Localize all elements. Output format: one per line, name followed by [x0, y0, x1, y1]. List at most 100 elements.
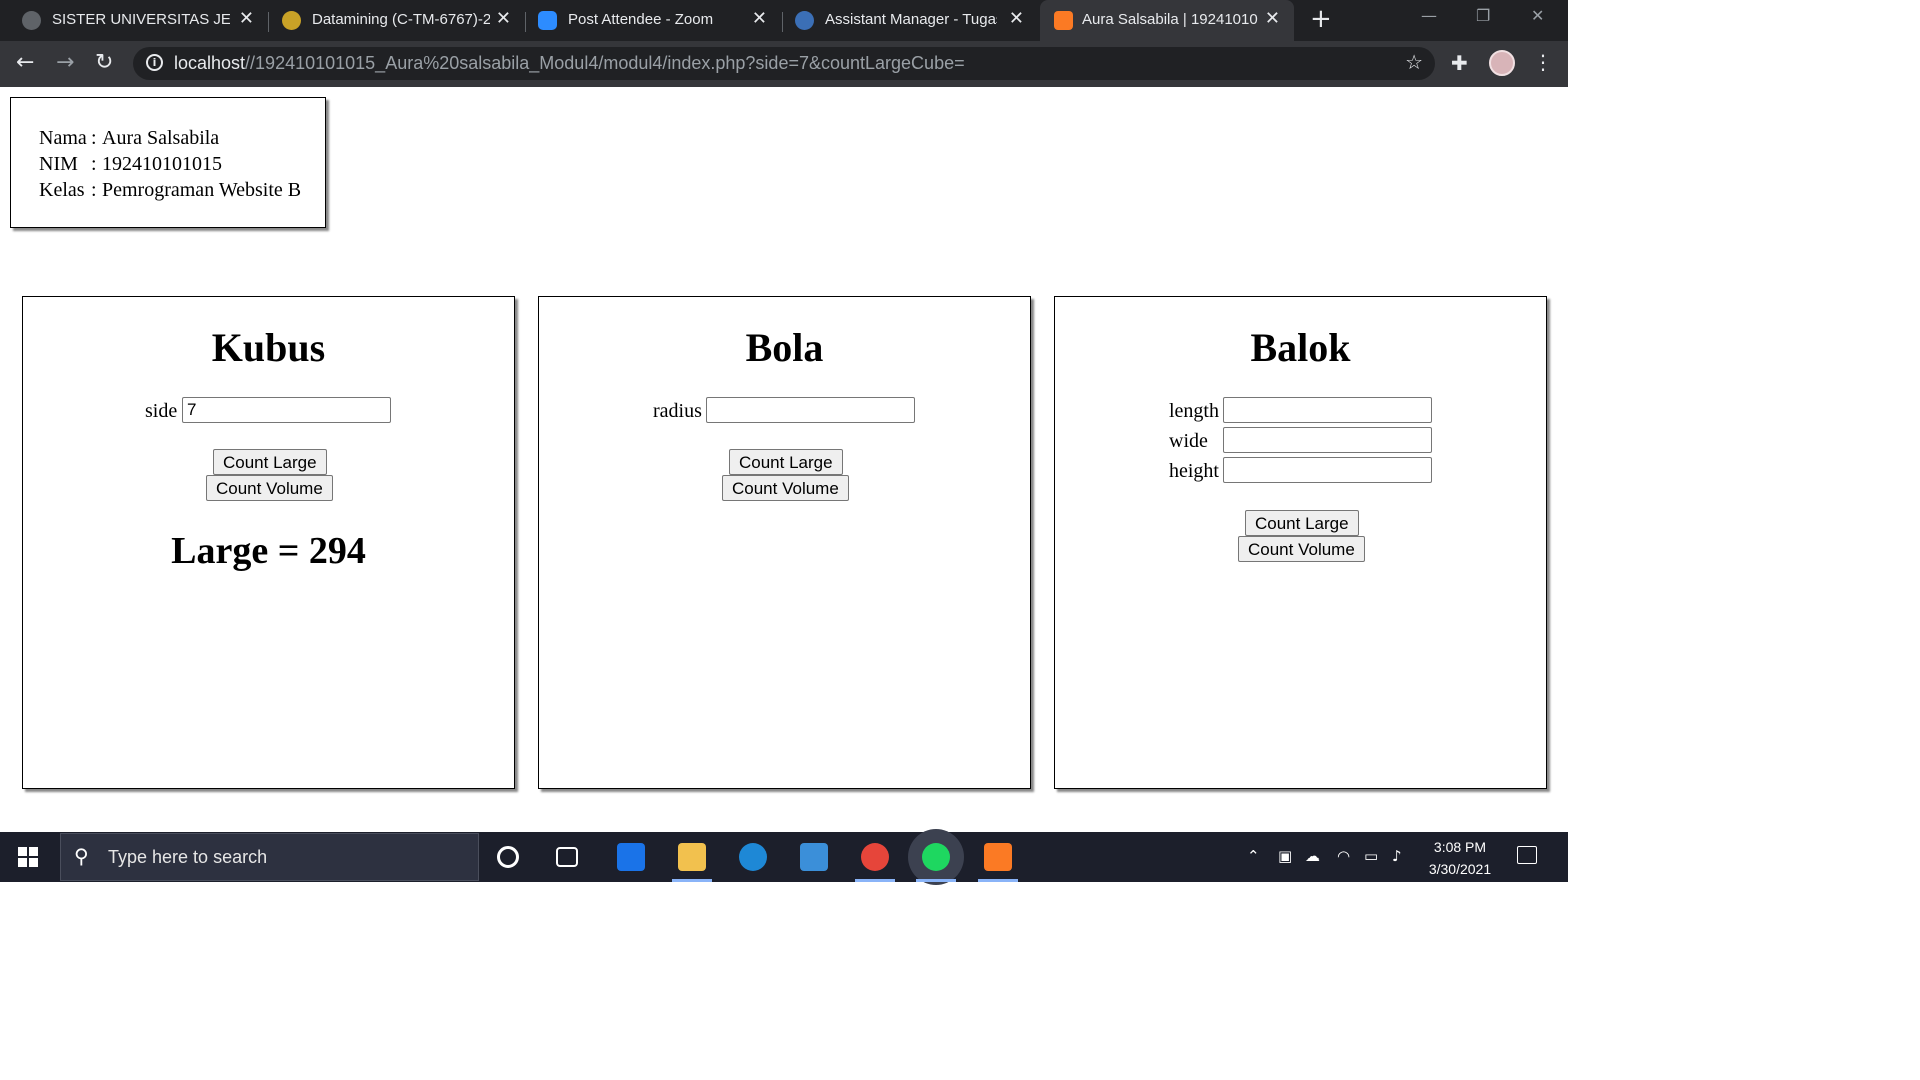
block-dimension-fields: length wide height: [1055, 397, 1546, 487]
clock-date: 3/30/2021: [1428, 861, 1492, 877]
tab-title: Aura Salsabila | 192410101015: [1082, 11, 1258, 28]
sphere-count-volume-button[interactable]: Count Volume: [722, 475, 849, 501]
file-explorer-icon[interactable]: [672, 843, 712, 882]
volume-icon[interactable]: ♪: [1392, 847, 1402, 865]
separator: :: [91, 153, 97, 175]
tab-sister-universitas-jember[interactable]: SISTER UNIVERSITAS JEMBER ✕: [0, 0, 268, 41]
minimize-icon[interactable]: —: [1421, 6, 1437, 25]
taskbar-search-box[interactable]: ⚲ Type here to search: [60, 833, 479, 881]
student-name-value: Aura Salsabila: [102, 127, 220, 149]
url-text[interactable]: localhost//192410101015_Aura%20salsabila…: [174, 53, 965, 74]
back-arrow-icon[interactable]: ←: [16, 50, 34, 75]
block-wide-label: wide: [1169, 430, 1208, 452]
separator: :: [91, 179, 97, 201]
menu-kebab-icon[interactable]: ⋮: [1533, 50, 1553, 74]
student-name-label: Nama: [39, 127, 87, 149]
student-nim-value: 192410101015: [102, 153, 222, 175]
student-class-row: Kelas : Pemrograman Website B: [39, 177, 325, 203]
battery-icon[interactable]: ▭: [1364, 847, 1378, 865]
address-bar[interactable]: i localhost//192410101015_Aura%20salsabi…: [133, 47, 1435, 80]
tab-title: Datamining (C-TM-6767)-2021: [312, 11, 490, 28]
close-icon[interactable]: ✕: [1265, 8, 1280, 29]
student-name-row: Nama : Aura Salsabila: [39, 125, 325, 151]
url-path: //192410101015_Aura%20salsabila_Modul4/m…: [245, 53, 965, 73]
cube-title: Kubus: [211, 325, 326, 370]
meet-now-icon[interactable]: ▣: [1278, 847, 1292, 865]
tray-chevron-up-icon[interactable]: ⌃: [1247, 847, 1260, 865]
close-icon[interactable]: ✕: [239, 8, 254, 29]
separator: :: [91, 127, 97, 149]
sphere-count-large-button[interactable]: Count Large: [729, 449, 843, 475]
close-window-icon[interactable]: ✕: [1531, 6, 1544, 25]
close-icon[interactable]: ✕: [496, 8, 511, 29]
xampp-icon: [1054, 11, 1073, 30]
sphere-radius-input[interactable]: [706, 397, 915, 423]
block-count-volume-button[interactable]: Count Volume: [1238, 536, 1365, 562]
tab-title: Post Attendee - Zoom: [568, 11, 714, 28]
tab-aura-salsabila[interactable]: Aura Salsabila | 192410101015 ✕: [1040, 0, 1294, 41]
globe-icon: [22, 11, 41, 30]
tab-title: SISTER UNIVERSITAS JEMBER: [52, 11, 230, 28]
tab-post-attendee-zoom[interactable]: Post Attendee - Zoom ✕: [516, 0, 781, 41]
cortana-icon[interactable]: [497, 846, 519, 868]
close-icon[interactable]: ✕: [752, 8, 767, 29]
spotify-icon[interactable]: [916, 843, 956, 882]
new-tab-button[interactable]: +: [1310, 4, 1332, 34]
cube-count-large-button[interactable]: Count Large: [213, 449, 327, 475]
student-class-value: Pemrograman Website B: [102, 179, 302, 201]
zoom-icon: [538, 11, 557, 30]
block-title: Balok: [1250, 325, 1351, 370]
windows-start-icon[interactable]: [18, 847, 38, 867]
student-nim-label: NIM: [39, 153, 78, 175]
student-info-box: Nama : Aura Salsabila NIM : 192410101015…: [10, 97, 326, 228]
block-length-label: length: [1169, 400, 1219, 422]
reload-icon[interactable]: ↻: [95, 50, 113, 75]
taskbar-clock[interactable]: 3:08 PM 3/30/2021: [1420, 836, 1500, 880]
block-length-input[interactable]: [1223, 397, 1432, 423]
sphere-title: Bola: [745, 325, 824, 370]
close-icon[interactable]: ✕: [1009, 8, 1024, 29]
page-content: Nama : Aura Salsabila NIM : 192410101015…: [0, 87, 1568, 832]
cube-side-input[interactable]: [182, 397, 391, 423]
windows-taskbar: ⚲ Type here to search ⌃ ▣ ☁ ◠ ▭ ♪ 3:08 P…: [0, 832, 1568, 882]
xampp-icon[interactable]: [978, 843, 1018, 882]
block-count-large-button[interactable]: Count Large: [1245, 510, 1359, 536]
tab-assistant-manager[interactable]: Assistant Manager - Tugas ✕: [773, 0, 1038, 41]
profile-avatar[interactable]: [1489, 50, 1515, 76]
university-logo-icon: [282, 11, 301, 30]
restore-icon[interactable]: ❐: [1476, 6, 1490, 25]
browser-tab-strip: SISTER UNIVERSITAS JEMBER ✕ Datamining (…: [0, 0, 1568, 41]
sphere-card: Bola radius Count Large Count Volume: [538, 296, 1031, 789]
browser-toolbar: ← → ↻ i localhost//192410101015_Aura%20s…: [0, 41, 1568, 87]
forward-arrow-icon[interactable]: →: [56, 50, 74, 75]
block-height-input[interactable]: [1223, 457, 1432, 483]
wifi-icon[interactable]: ◠: [1337, 847, 1350, 865]
bookmark-star-icon[interactable]: ☆: [1405, 50, 1423, 74]
site-info-icon[interactable]: i: [146, 54, 163, 71]
student-class-label: Kelas: [39, 179, 85, 201]
tab-datamining[interactable]: Datamining (C-TM-6767)-2021 ✕: [260, 0, 525, 41]
cube-card: Kubus side Count Large Count Volume Larg…: [22, 296, 515, 789]
cube-side-label: side: [145, 400, 178, 422]
mail-icon[interactable]: [800, 843, 828, 871]
block-card: Balok length wide height Count Large Cou…: [1054, 296, 1547, 789]
extensions-puzzle-icon[interactable]: ✚: [1451, 51, 1468, 75]
cube-result: Large = 294: [171, 530, 366, 572]
cube-count-volume-button[interactable]: Count Volume: [206, 475, 333, 501]
tab-title: Assistant Manager - Tugas: [825, 11, 997, 28]
edge-icon[interactable]: [739, 843, 767, 871]
onedrive-icon[interactable]: ☁: [1305, 847, 1320, 865]
url-host: localhost: [174, 53, 246, 73]
sphere-radius-label: radius: [653, 400, 702, 422]
clock-time: 3:08 PM: [1433, 839, 1487, 855]
notification-center-icon[interactable]: [1517, 846, 1537, 864]
chrome-icon[interactable]: [855, 843, 895, 882]
assistant-logo-icon: [795, 11, 814, 30]
block-wide-input[interactable]: [1223, 427, 1432, 453]
task-view-icon[interactable]: [556, 847, 578, 867]
student-nim-row: NIM : 192410101015: [39, 151, 325, 177]
block-height-label: height: [1169, 460, 1219, 482]
taskbar-search-placeholder: Type here to search: [108, 847, 268, 867]
l-app-icon[interactable]: [617, 843, 645, 871]
search-icon: ⚲: [74, 844, 89, 868]
